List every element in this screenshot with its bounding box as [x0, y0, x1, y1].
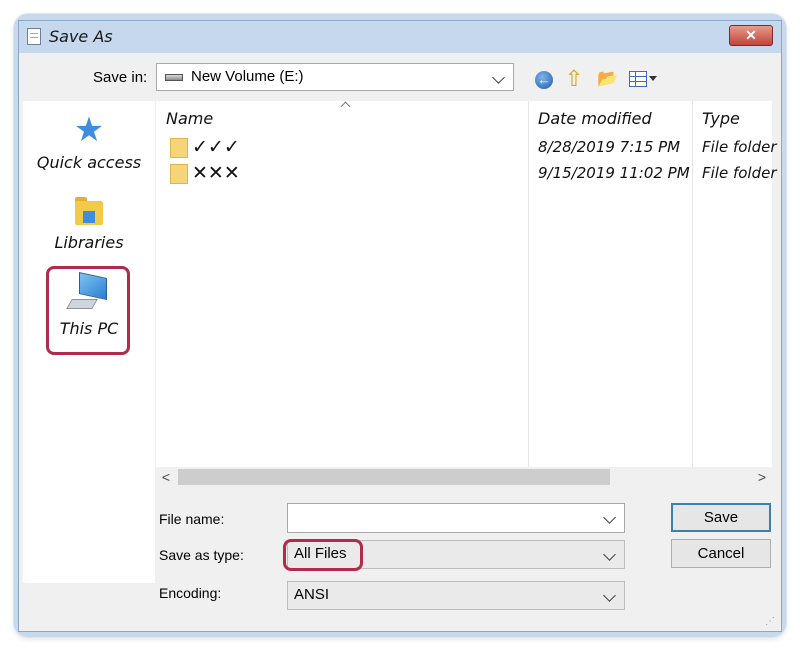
encoding-dropdown[interactable]: ANSI [287, 581, 625, 610]
column-type[interactable]: Type [702, 109, 740, 128]
save-as-type-label: Save as type: [159, 547, 244, 563]
view-menu-chevron-icon[interactable] [649, 76, 657, 81]
save-in-dropdown[interactable]: New Volume (E:) [156, 63, 514, 91]
encoding-label: Encoding: [159, 585, 222, 601]
save-in-label: Save in: [93, 69, 148, 86]
place-quick-access[interactable]: ★ Quick access [23, 113, 155, 172]
drive-icon [165, 74, 183, 81]
new-folder-icon[interactable]: 📂 [597, 70, 621, 88]
item-date: 9/15/2019 11:02 PM [538, 164, 690, 182]
chevron-down-icon [603, 548, 616, 561]
list-item[interactable]: ✓✓✓ 8/28/2019 7:15 PM File folder [156, 135, 777, 161]
sort-ascending-icon [340, 101, 351, 112]
column-name[interactable]: Name [166, 109, 213, 128]
scroll-right-button[interactable]: > [752, 467, 772, 487]
save-button[interactable]: Save [671, 503, 771, 532]
resize-grip-icon[interactable]: ⋰ [765, 617, 775, 627]
horizontal-scrollbar[interactable]: < > [156, 467, 772, 487]
title-bar: Save As ✕ [19, 21, 781, 53]
item-type: File folder [702, 164, 777, 182]
chevron-down-icon [603, 589, 616, 602]
libraries-icon [75, 197, 103, 227]
place-libraries[interactable]: Libraries [23, 197, 155, 252]
folder-icon [170, 164, 188, 184]
notepad-icon [27, 28, 41, 45]
this-pc-highlight [46, 266, 130, 355]
encoding-value: ANSI [294, 586, 330, 603]
item-name: ✓✓✓ [192, 136, 240, 158]
scroll-thumb[interactable] [178, 469, 610, 485]
close-button[interactable]: ✕ [729, 25, 773, 46]
view-menu-icon[interactable] [629, 71, 647, 87]
folder-icon [170, 138, 188, 158]
place-label: Libraries [54, 233, 124, 252]
up-folder-icon[interactable]: ⇧ [563, 67, 585, 91]
chevron-down-icon[interactable] [603, 511, 616, 524]
save-in-value: New Volume (E:) [191, 68, 304, 85]
all-files-highlight [283, 539, 363, 571]
column-date-modified[interactable]: Date modified [538, 109, 652, 128]
cancel-button[interactable]: Cancel [671, 539, 771, 568]
item-date: 8/28/2019 7:15 PM [538, 138, 681, 156]
chevron-down-icon [492, 71, 505, 84]
item-name: ✕✕✕ [192, 162, 240, 184]
file-name-field[interactable] [287, 503, 625, 533]
save-as-dialog: Save As ✕ Save in: New Volume (E:) ← ⇧ 📂… [18, 20, 782, 632]
scroll-left-button[interactable]: < [156, 467, 176, 487]
window-title: Save As [49, 27, 113, 46]
file-list[interactable]: Name Date modified Type ✓✓✓ 8/28/2019 7:… [156, 101, 777, 483]
star-icon: ★ [73, 111, 105, 149]
place-label: Quick access [36, 153, 142, 172]
file-name-label: File name: [159, 511, 225, 527]
back-icon[interactable]: ← [535, 71, 553, 89]
list-item[interactable]: ✕✕✕ 9/15/2019 11:02 PM File folder [156, 161, 777, 187]
item-type: File folder [702, 138, 777, 156]
